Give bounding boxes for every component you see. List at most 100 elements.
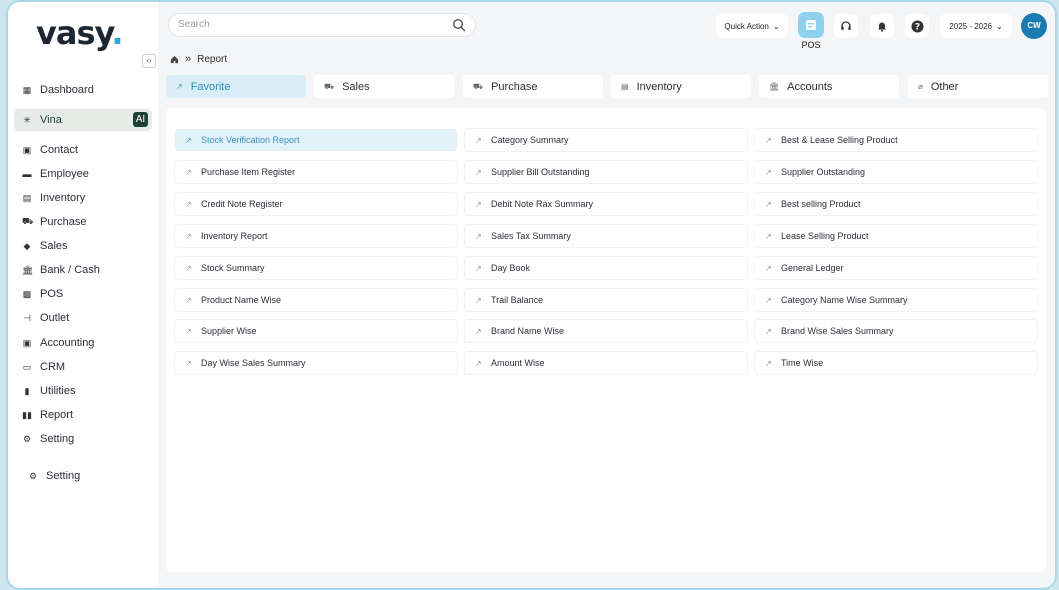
- financial-year-label: 2025 - 2026: [949, 21, 992, 31]
- report-label: Inventory Report: [201, 231, 268, 241]
- report-item[interactable]: ↗ Purchase Item Register: [175, 161, 457, 183]
- dashboard-icon: ▦: [22, 84, 32, 95]
- arrow-up-right-icon: ↗: [765, 326, 772, 336]
- sidebar-item-contact[interactable]: ▣ Contact: [14, 139, 152, 161]
- sidebar-item-dashboard[interactable]: ▦ Dashboard: [14, 79, 152, 101]
- sidebar-item-label: Bank / Cash: [40, 264, 100, 276]
- report-item[interactable]: ↗ Stock Verification Report: [175, 129, 457, 151]
- report-item[interactable]: ↗ Day Wise Sales Summary: [175, 352, 457, 374]
- pos-icon: [806, 20, 816, 30]
- avatar[interactable]: CW: [1021, 13, 1047, 39]
- arrow-up-right-icon: ↗: [765, 358, 772, 368]
- report-item[interactable]: ↗ Stock Summary: [175, 257, 457, 279]
- report-item[interactable]: ↗ Product Name Wise: [175, 289, 457, 311]
- report-item[interactable]: ↗ Trail Balance: [465, 289, 747, 311]
- tab-accounts[interactable]: 🏛 Accounts: [759, 75, 899, 98]
- arrow-up-right-icon: ↗: [185, 326, 192, 336]
- tab-inventory[interactable]: ▤ Inventory: [611, 75, 751, 98]
- report-label: Category Summary: [491, 135, 569, 145]
- report-label: Supplier Wise: [201, 326, 257, 336]
- sidebar-item-bank-cash[interactable]: 🏛 Bank / Cash: [14, 259, 152, 281]
- sidebar-item-label: Accounting: [40, 337, 95, 349]
- arrow-up-right-icon: ↗: [765, 295, 772, 305]
- report-item[interactable]: ↗ Sales Tax Summary: [465, 225, 747, 247]
- sidebar-item-pos[interactable]: ▩ POS: [14, 283, 152, 305]
- app-logo[interactable]: vasy.: [36, 14, 124, 52]
- purchase-icon: ⛟: [22, 216, 34, 226]
- arrow-up-right-icon: ↗: [185, 295, 192, 305]
- sidebar-item-report[interactable]: ▮▮ Report: [14, 404, 152, 426]
- report-item[interactable]: ↗ Amount Wise: [465, 352, 747, 374]
- report-item[interactable]: ↗ Supplier Bill Outstanding: [465, 161, 747, 183]
- report-list-panel: ↗ Stock Verification Report ↗ Purchase Ite…: [166, 108, 1046, 572]
- home-icon[interactable]: [170, 55, 179, 64]
- tab-other[interactable]: ⌀ Other: [908, 75, 1048, 98]
- report-item[interactable]: ↗ Best & Lease Selling Product: [755, 129, 1037, 151]
- report-label: Sales Tax Summary: [491, 231, 571, 241]
- sidebar-collapse-button[interactable]: ‹›: [142, 54, 156, 68]
- notifications-button[interactable]: [870, 14, 894, 38]
- report-item[interactable]: ↗ Debit Note Rax Summary: [465, 193, 747, 215]
- report-item[interactable]: ↗ Category Name Wise Summary: [755, 289, 1037, 311]
- report-item[interactable]: ↗ Supplier Outstanding: [755, 161, 1037, 183]
- chevron-down-icon: ⌄: [772, 21, 780, 31]
- report-item[interactable]: ↗ Credit Note Register: [175, 193, 457, 215]
- sidebar-item-outlet[interactable]: ⊣ Outlet: [14, 307, 152, 329]
- report-label: Purchase Item Register: [201, 167, 296, 177]
- help-icon: ?: [911, 20, 923, 32]
- report-label: Day Wise Sales Summary: [201, 358, 306, 368]
- tab-sales[interactable]: ⛟ Sales: [314, 75, 454, 98]
- search-input[interactable]: Search: [168, 13, 476, 37]
- favorite-icon: ↗: [176, 82, 183, 91]
- arrow-up-right-icon: ↗: [475, 358, 482, 368]
- report-item[interactable]: ↗ Supplier Wise: [175, 320, 457, 342]
- arrow-up-right-icon: ↗: [475, 199, 482, 209]
- arrow-up-right-icon: ↗: [475, 135, 482, 145]
- report-item[interactable]: ↗ Inventory Report: [175, 225, 457, 247]
- tab-purchase[interactable]: ⛟ Purchase: [463, 75, 603, 98]
- arrow-up-right-icon: ↗: [185, 263, 192, 273]
- svg-text:?: ?: [914, 22, 919, 32]
- sidebar-footer-setting[interactable]: ⚙ Setting: [20, 465, 158, 487]
- report-item[interactable]: ↗ General Ledger: [755, 257, 1037, 279]
- quick-action-dropdown[interactable]: Quick Action ⌄: [716, 14, 788, 38]
- arrow-up-right-icon: ↗: [765, 263, 772, 273]
- sidebar-item-sales[interactable]: ◆ Sales: [14, 235, 152, 257]
- arrow-up-right-icon: ↗: [185, 199, 192, 209]
- sidebar-item-vina[interactable]: ✳ Vina AI: [14, 109, 152, 131]
- sidebar-item-label: Sales: [40, 240, 68, 252]
- sidebar-item-inventory[interactable]: ▤ Inventory: [14, 187, 152, 209]
- report-icon: ▮▮: [22, 409, 32, 420]
- double-chevron-icon: »: [185, 53, 192, 65]
- sales-icon: ⛟: [324, 81, 335, 91]
- report-item[interactable]: ↗ Best selling Product: [755, 193, 1037, 215]
- financial-year-dropdown[interactable]: 2025 - 2026 ⌄: [940, 14, 1012, 38]
- tab-label: Accounts: [787, 80, 833, 93]
- sidebar-item-label: Outlet: [40, 312, 70, 324]
- report-item[interactable]: ↗ Lease Selling Product: [755, 225, 1037, 247]
- report-item[interactable]: ↗ Category Summary: [465, 129, 747, 151]
- help-button[interactable]: ?: [905, 14, 929, 38]
- arrow-up-right-icon: ↗: [475, 231, 482, 241]
- sidebar-item-crm[interactable]: ▭ CRM: [14, 356, 152, 378]
- report-label: Credit Note Register: [201, 199, 283, 209]
- pos-button[interactable]: [798, 12, 824, 38]
- report-item[interactable]: ↗ Brand Name Wise: [465, 320, 747, 342]
- sidebar-item-purchase[interactable]: ⛟ Purchase: [14, 211, 152, 233]
- sidebar-item-accounting[interactable]: ▣ Accounting: [14, 332, 152, 354]
- arrow-up-right-icon: ↗: [185, 135, 192, 145]
- report-item[interactable]: ↗ Brand Wise Sales Summary: [755, 320, 1037, 342]
- sidebar-item-setting[interactable]: ⚙ Setting: [14, 428, 152, 450]
- sidebar-item-utilities[interactable]: ▮ Utilities: [14, 380, 152, 402]
- sidebar-item-employee[interactable]: ▬ Employee: [14, 163, 152, 185]
- search-icon[interactable]: [452, 18, 466, 32]
- tab-favorite[interactable]: ↗ Favorite: [166, 75, 306, 98]
- arrow-up-right-icon: ↗: [765, 167, 772, 177]
- crm-icon: ▭: [22, 361, 32, 372]
- report-item[interactable]: ↗ Time Wise: [755, 352, 1037, 374]
- report-label: Best selling Product: [781, 199, 861, 209]
- sidebar-item-label: Employee: [40, 168, 89, 180]
- support-button[interactable]: [834, 14, 858, 38]
- sidebar-item-label: Report: [40, 409, 74, 421]
- report-item[interactable]: ↗ Day Book: [465, 257, 747, 279]
